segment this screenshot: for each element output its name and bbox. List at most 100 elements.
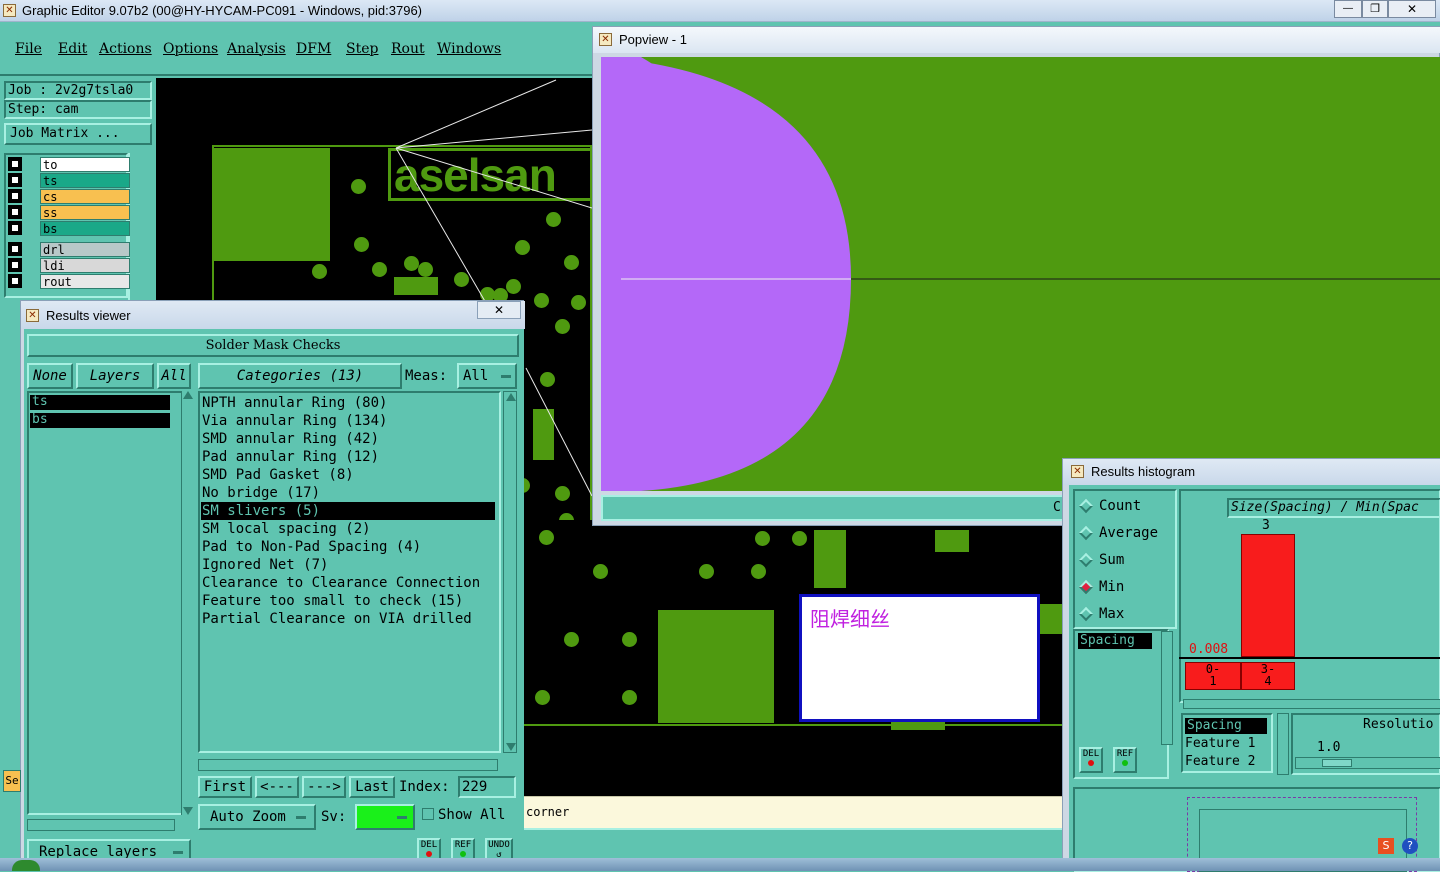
next-button[interactable]: ---> bbox=[302, 776, 346, 798]
radio-icon[interactable] bbox=[1078, 552, 1094, 568]
histogram-titlebar[interactable]: ✕ Results histogram bbox=[1063, 459, 1440, 485]
table-row[interactable]: Feature 2 bbox=[1185, 754, 1255, 769]
category-item[interactable]: NPTH annular Ring (80) bbox=[202, 394, 387, 412]
histogram-option-min[interactable]: Min bbox=[1078, 579, 1175, 597]
help-icon[interactable]: ? bbox=[1402, 838, 1418, 854]
histogram-del-button[interactable]: DEL bbox=[1079, 747, 1103, 773]
layer-checkbox[interactable] bbox=[8, 274, 22, 288]
category-item[interactable]: Feature too small to check (15) bbox=[202, 592, 463, 610]
layer-name[interactable]: ldi bbox=[40, 258, 130, 273]
histogram-bin[interactable]: 3- 4 bbox=[1241, 662, 1295, 690]
layer-name[interactable]: ss bbox=[40, 205, 130, 220]
category-item[interactable]: Clearance to Clearance Connection bbox=[202, 574, 480, 592]
slider-handle[interactable] bbox=[1322, 759, 1352, 767]
histogram-option-count[interactable]: Count bbox=[1078, 498, 1175, 516]
categories-scrollbar[interactable] bbox=[503, 391, 517, 753]
radio-icon[interactable] bbox=[1078, 498, 1094, 514]
layer-checkbox[interactable] bbox=[8, 157, 22, 171]
category-item[interactable]: Pad to Non-Pad Spacing (4) bbox=[202, 538, 421, 556]
histogram-option-sum[interactable]: Sum bbox=[1078, 552, 1175, 570]
radio-selected-icon[interactable] bbox=[1078, 579, 1094, 595]
layers-button[interactable]: Layers bbox=[76, 363, 154, 389]
minimize-button[interactable]: — bbox=[1334, 0, 1362, 18]
menu-windows[interactable]: Windows bbox=[437, 41, 501, 57]
category-item[interactable]: Ignored Net (7) bbox=[202, 556, 328, 574]
menu-rout[interactable]: Rout bbox=[391, 41, 425, 57]
note-box[interactable]: 阻焊细丝 bbox=[799, 594, 1040, 722]
menu-options[interactable]: Options bbox=[163, 41, 218, 57]
menu-file[interactable]: File bbox=[15, 41, 42, 57]
none-button[interactable]: None bbox=[27, 363, 73, 389]
results-viewer-close-button[interactable]: ✕ bbox=[477, 301, 521, 319]
table-row[interactable]: Feature 1 bbox=[1185, 736, 1255, 751]
layer-name[interactable]: to bbox=[40, 157, 130, 172]
layer-name[interactable]: ts bbox=[40, 173, 130, 188]
histogram-option-average[interactable]: Average bbox=[1078, 525, 1175, 543]
layer-name[interactable]: bs bbox=[40, 221, 130, 236]
start-button[interactable] bbox=[12, 860, 40, 871]
layer-row-ss[interactable]: ss bbox=[8, 205, 130, 220]
category-item[interactable]: No bridge (17) bbox=[202, 484, 320, 502]
radio-icon[interactable] bbox=[1078, 606, 1094, 622]
layer-row-rout[interactable]: rout bbox=[8, 274, 130, 289]
category-item-selected[interactable]: SM slivers (5) bbox=[201, 502, 495, 520]
results-layer-list[interactable] bbox=[27, 391, 185, 815]
layer-row-ts[interactable]: ts bbox=[8, 173, 130, 188]
prev-button[interactable]: <--- bbox=[255, 776, 299, 798]
layer-row-drl[interactable]: drl bbox=[8, 242, 130, 257]
meas-dropdown[interactable]: All bbox=[457, 363, 517, 389]
layer-name[interactable]: cs bbox=[40, 189, 130, 204]
results-layer-item[interactable]: ts bbox=[30, 395, 170, 410]
restore-button[interactable]: ❐ bbox=[1362, 0, 1388, 18]
layer-checkbox[interactable] bbox=[8, 242, 22, 256]
last-button[interactable]: Last bbox=[349, 776, 395, 798]
category-item[interactable]: Partial Clearance on VIA drilled bbox=[202, 610, 472, 628]
histogram-hscroll[interactable] bbox=[1183, 699, 1440, 709]
show-all-checkbox[interactable] bbox=[422, 808, 434, 820]
menu-analysis[interactable]: Analysis bbox=[227, 41, 286, 57]
close-button[interactable]: ✕ bbox=[1388, 0, 1436, 18]
job-matrix-button[interactable]: Job Matrix ... bbox=[4, 123, 152, 145]
histogram-list-scrollbar[interactable] bbox=[1161, 631, 1173, 745]
popview-canvas[interactable] bbox=[601, 57, 1440, 491]
radio-icon[interactable] bbox=[1078, 525, 1094, 541]
menu-edit[interactable]: Edit bbox=[58, 41, 87, 57]
tray-icon[interactable]: S bbox=[1378, 838, 1394, 854]
category-item[interactable]: SM local spacing (2) bbox=[202, 520, 371, 538]
histogram-option-max[interactable]: Max bbox=[1078, 606, 1175, 624]
layer-name[interactable]: rout bbox=[40, 274, 130, 289]
all-layers-button[interactable]: All bbox=[157, 363, 191, 389]
auto-zoom-dropdown[interactable]: Auto Zoom bbox=[198, 804, 316, 830]
layer-checkbox[interactable] bbox=[8, 205, 22, 219]
histogram-bin[interactable]: 0- 1 bbox=[1185, 662, 1241, 690]
layer-name[interactable]: drl bbox=[40, 242, 130, 257]
layer-checkbox[interactable] bbox=[8, 221, 22, 235]
menu-dfm[interactable]: DFM bbox=[296, 41, 331, 57]
layer-row-bs[interactable]: bs bbox=[8, 221, 130, 236]
category-item[interactable]: Pad annular Ring (12) bbox=[202, 448, 379, 466]
layer-row-cs[interactable]: cs bbox=[8, 189, 130, 204]
menu-actions[interactable]: Actions bbox=[99, 41, 152, 57]
categories-hscroll[interactable] bbox=[198, 759, 498, 771]
histogram-ref-button[interactable]: REF bbox=[1113, 747, 1137, 773]
category-item[interactable]: Via annular Ring (134) bbox=[202, 412, 387, 430]
menu-step[interactable]: Step bbox=[346, 41, 378, 57]
results-viewer-titlebar[interactable]: ✕ Results viewer ✕ bbox=[21, 301, 525, 329]
histogram-list-item[interactable]: Spacing bbox=[1078, 633, 1152, 649]
sv-color-dropdown[interactable] bbox=[355, 804, 415, 830]
resolution-slider[interactable] bbox=[1295, 757, 1440, 769]
layer-checkbox[interactable] bbox=[8, 258, 22, 272]
category-item[interactable]: SMD annular Ring (42) bbox=[202, 430, 379, 448]
layer-row-ldi[interactable]: ldi bbox=[8, 258, 130, 273]
results-layer-item[interactable]: bs bbox=[30, 413, 170, 428]
table-row-selected[interactable]: Spacing bbox=[1185, 718, 1267, 734]
table-scrollbar[interactable] bbox=[1277, 713, 1289, 775]
layer-checkbox[interactable] bbox=[8, 173, 22, 187]
layer-checkbox[interactable] bbox=[8, 189, 22, 203]
popview-titlebar[interactable]: ✕ Popview - 1 bbox=[593, 27, 1440, 53]
layer-list-hscroll[interactable] bbox=[27, 819, 175, 831]
index-input[interactable]: 229 bbox=[458, 776, 516, 798]
category-item[interactable]: SMD Pad Gasket (8) bbox=[202, 466, 354, 484]
first-button[interactable]: First bbox=[198, 776, 252, 798]
categories-button[interactable]: Categories (13) bbox=[198, 363, 402, 389]
